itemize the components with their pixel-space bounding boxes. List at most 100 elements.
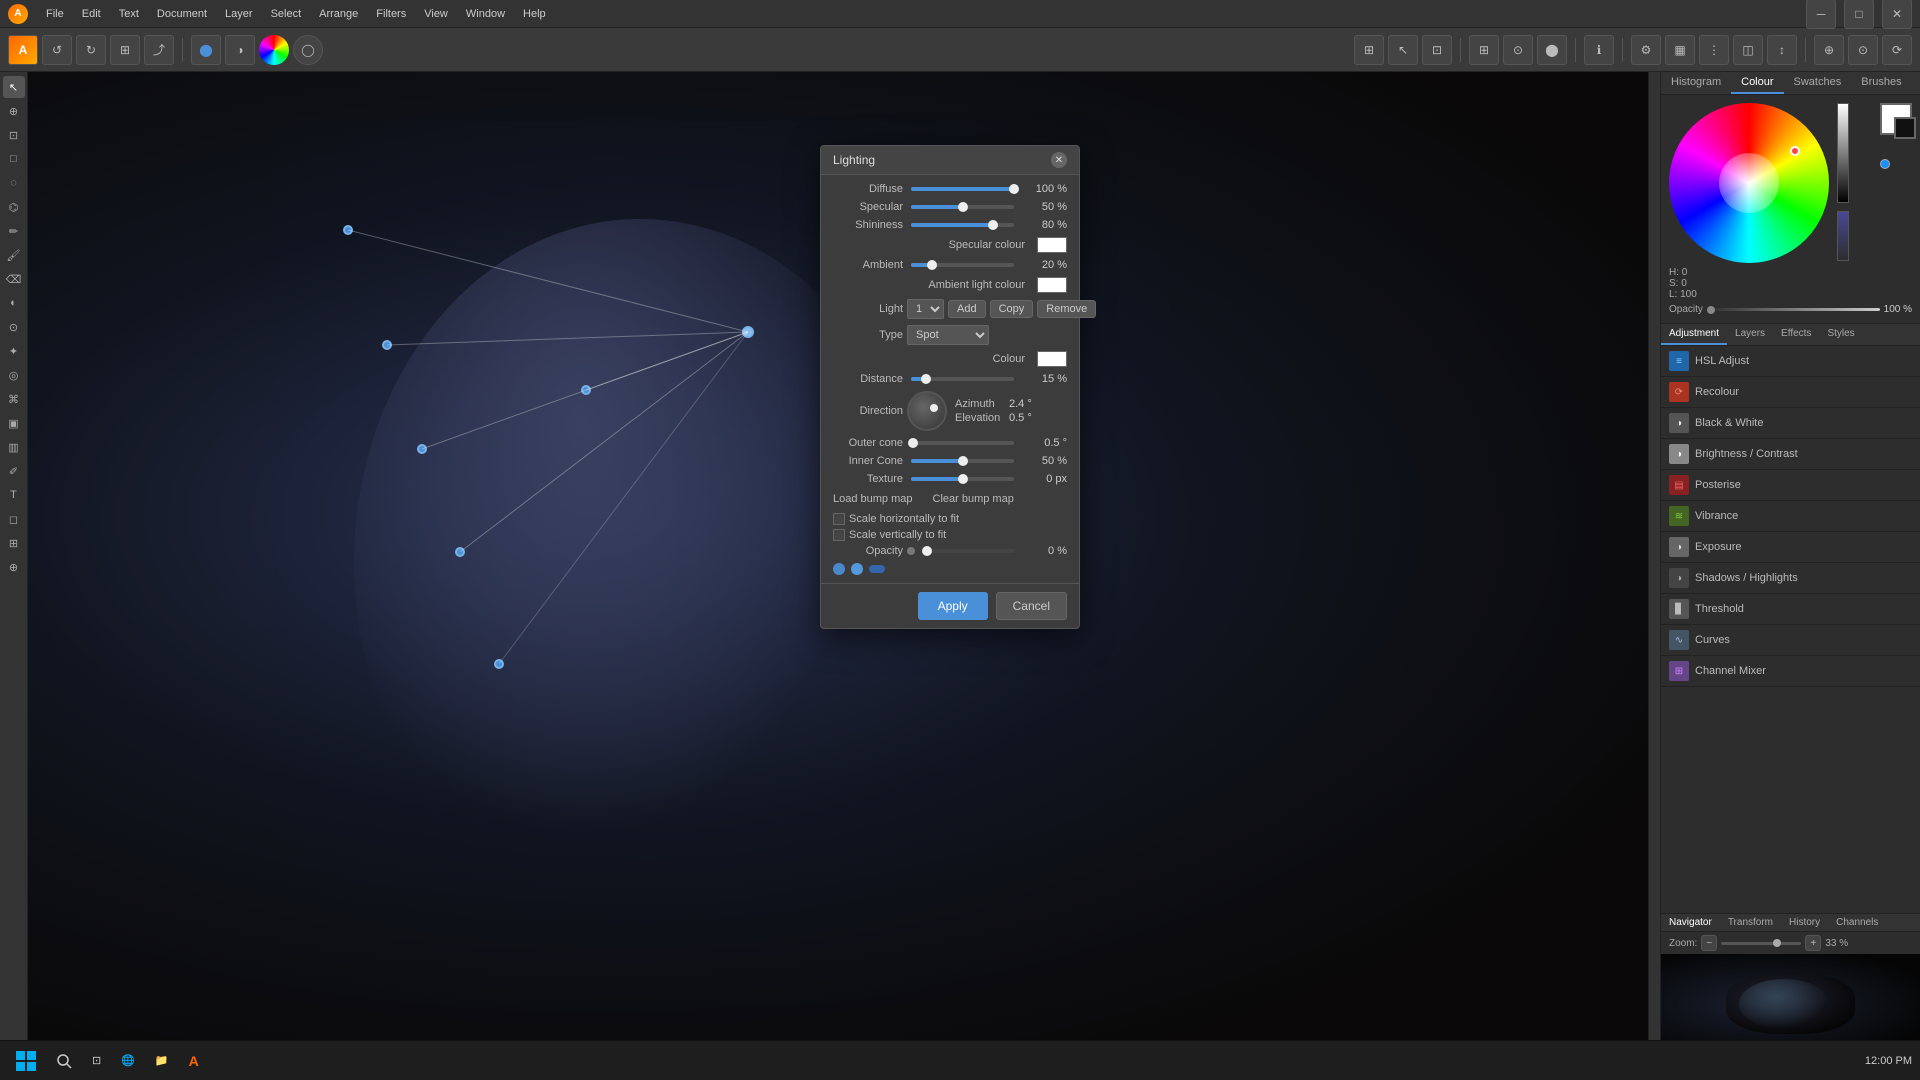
tool-red-eye[interactable]: ◎ [3,364,25,386]
light-node-2[interactable] [382,340,392,350]
tool-assist[interactable]: ℹ [1584,35,1614,65]
adj-threshold[interactable]: ▊ Threshold [1661,594,1920,625]
nav-tab-transform[interactable]: Transform [1720,914,1781,931]
adj-hsl[interactable]: ≡ HSL Adjust [1661,346,1920,377]
adj-brightness[interactable]: ◑ Brightness / Contrast [1661,439,1920,470]
tool-clone[interactable]: ⊙ [3,316,25,338]
tool-brush[interactable]: ✏ [3,220,25,242]
opacity-dialog-slider[interactable] [927,549,1014,553]
cancel-btn[interactable]: Cancel [996,592,1067,620]
zoom-in-btn[interactable]: + [1805,935,1821,951]
shininess-thumb[interactable] [988,220,998,230]
menu-edit[interactable]: Edit [74,6,109,22]
light-node-6[interactable] [581,385,591,395]
opacity-dialog-thumb[interactable] [922,546,932,556]
nav-tab-navigator[interactable]: Navigator [1661,914,1720,931]
lighting-dialog[interactable]: Lighting ✕ Diffuse 100 % Specular 5 [820,145,1080,629]
adj-tab-styles[interactable]: Styles [1819,324,1862,345]
tool-shapes[interactable]: ◻ [3,508,25,530]
tool-eraser[interactable]: ⌫ [3,268,25,290]
adj-posterise[interactable]: ▤ Posterise [1661,470,1920,501]
tool-snap4[interactable]: ◫ [1733,35,1763,65]
tool-undo[interactable]: ↺ [42,35,72,65]
adj-bw[interactable]: ◑ Black & White [1661,408,1920,439]
tool-mode1[interactable]: ⬤ [191,35,221,65]
menu-help[interactable]: Help [515,6,554,22]
nav-tab-channels[interactable]: Channels [1828,914,1886,931]
close-btn[interactable]: ✕ [1882,0,1912,29]
tab-brushes[interactable]: Brushes [1851,72,1911,94]
scale-h-checkbox[interactable] [833,513,845,525]
tool-zoom[interactable]: ⊕ [3,556,25,578]
tool-grid2[interactable]: ⊞ [1469,35,1499,65]
colour-box[interactable] [1037,351,1067,367]
taskbar-edge[interactable]: 🌐 [113,1043,143,1079]
color-indicator[interactable] [1790,146,1800,156]
dialog-close-btn[interactable]: ✕ [1051,152,1067,168]
light-node-4[interactable] [455,547,465,557]
tool-dodge[interactable]: ◐ [3,292,25,314]
ambient-thumb[interactable] [927,260,937,270]
menu-file[interactable]: File [38,6,72,22]
tool-assist2[interactable]: ⊕ [1814,35,1844,65]
tool-mode3[interactable]: ⠀ [259,35,289,65]
zoom-out-btn[interactable]: − [1701,935,1717,951]
adj-channel-mixer[interactable]: ⊞ Channel Mixer [1661,656,1920,687]
tool-gradient[interactable]: ▥ [3,436,25,458]
taskbar-app1[interactable]: A [181,1043,207,1079]
tool-freehand[interactable]: ◌ [3,172,25,194]
menu-select[interactable]: Select [263,6,310,22]
secondary-slider[interactable] [1837,211,1849,261]
adj-vibrance[interactable]: ≋ Vibrance [1661,501,1920,532]
texture-thumb[interactable] [958,474,968,484]
menu-window[interactable]: Window [458,6,513,22]
light-dot-2[interactable] [851,563,863,575]
tool-redo[interactable]: ↻ [76,35,106,65]
clear-bump-map-btn[interactable]: Clear bump map [933,491,1014,507]
distance-slider[interactable] [911,377,1014,381]
tool-macro[interactable]: ⌘ [3,388,25,410]
tool-snap2[interactable]: ▦ [1665,35,1695,65]
tool-grid[interactable]: ⊞ [1354,35,1384,65]
type-select[interactable]: Spot Point Directional [907,325,989,345]
taskbar-search[interactable] [48,1043,80,1079]
taskbar-start[interactable] [8,1043,44,1079]
diffuse-slider[interactable] [911,187,1014,191]
load-bump-map-btn[interactable]: Load bump map [833,491,913,507]
tab-swatches[interactable]: Swatches [1784,72,1852,94]
color-point-indicator[interactable] [1880,159,1890,169]
tool-inpainting[interactable]: ⌬ [3,196,25,218]
specular-slider[interactable] [911,205,1014,209]
tool-affinity-logo[interactable]: A [8,35,38,65]
light-node-1[interactable] [343,225,353,235]
nav-preview[interactable] [1661,954,1920,1054]
inner-cone-slider[interactable] [911,459,1014,463]
copy-light-btn[interactable]: Copy [990,300,1034,318]
outer-cone-thumb[interactable] [908,438,918,448]
tool-share[interactable]: ⤴ [144,35,174,65]
lightness-slider[interactable] [1837,103,1849,203]
menu-view[interactable]: View [416,6,456,22]
add-light-btn[interactable]: Add [948,300,986,318]
menu-layer[interactable]: Layer [217,6,261,22]
adj-shadows[interactable]: ◑ Shadows / Highlights [1661,563,1920,594]
scale-v-checkbox[interactable] [833,529,845,541]
secondary-color-swatch[interactable] [1894,117,1916,139]
light-node-center[interactable] [742,326,754,338]
tool-persona1[interactable]: ⊙ [1848,35,1878,65]
adj-tab-layers[interactable]: Layers [1727,324,1773,345]
ambient-slider[interactable] [911,263,1014,267]
menu-document[interactable]: Document [149,6,215,22]
light-select[interactable]: 1 [907,299,944,319]
shininess-slider[interactable] [911,223,1014,227]
tool-grid-tool[interactable]: ⊞ [3,532,25,554]
taskbar-task-view[interactable]: ⊡ [84,1043,109,1079]
opacity-slider[interactable] [1707,306,1880,314]
tool-mode4[interactable]: ◯ [293,35,323,65]
tool-fill[interactable]: ▣ [3,412,25,434]
adj-curves[interactable]: ∿ Curves [1661,625,1920,656]
zoom-slider-thumb[interactable] [1773,939,1781,947]
tool-move[interactable]: ↖ [3,76,25,98]
canvas-vscroll[interactable] [1648,72,1660,1042]
tool-crop[interactable]: ⊡ [3,124,25,146]
